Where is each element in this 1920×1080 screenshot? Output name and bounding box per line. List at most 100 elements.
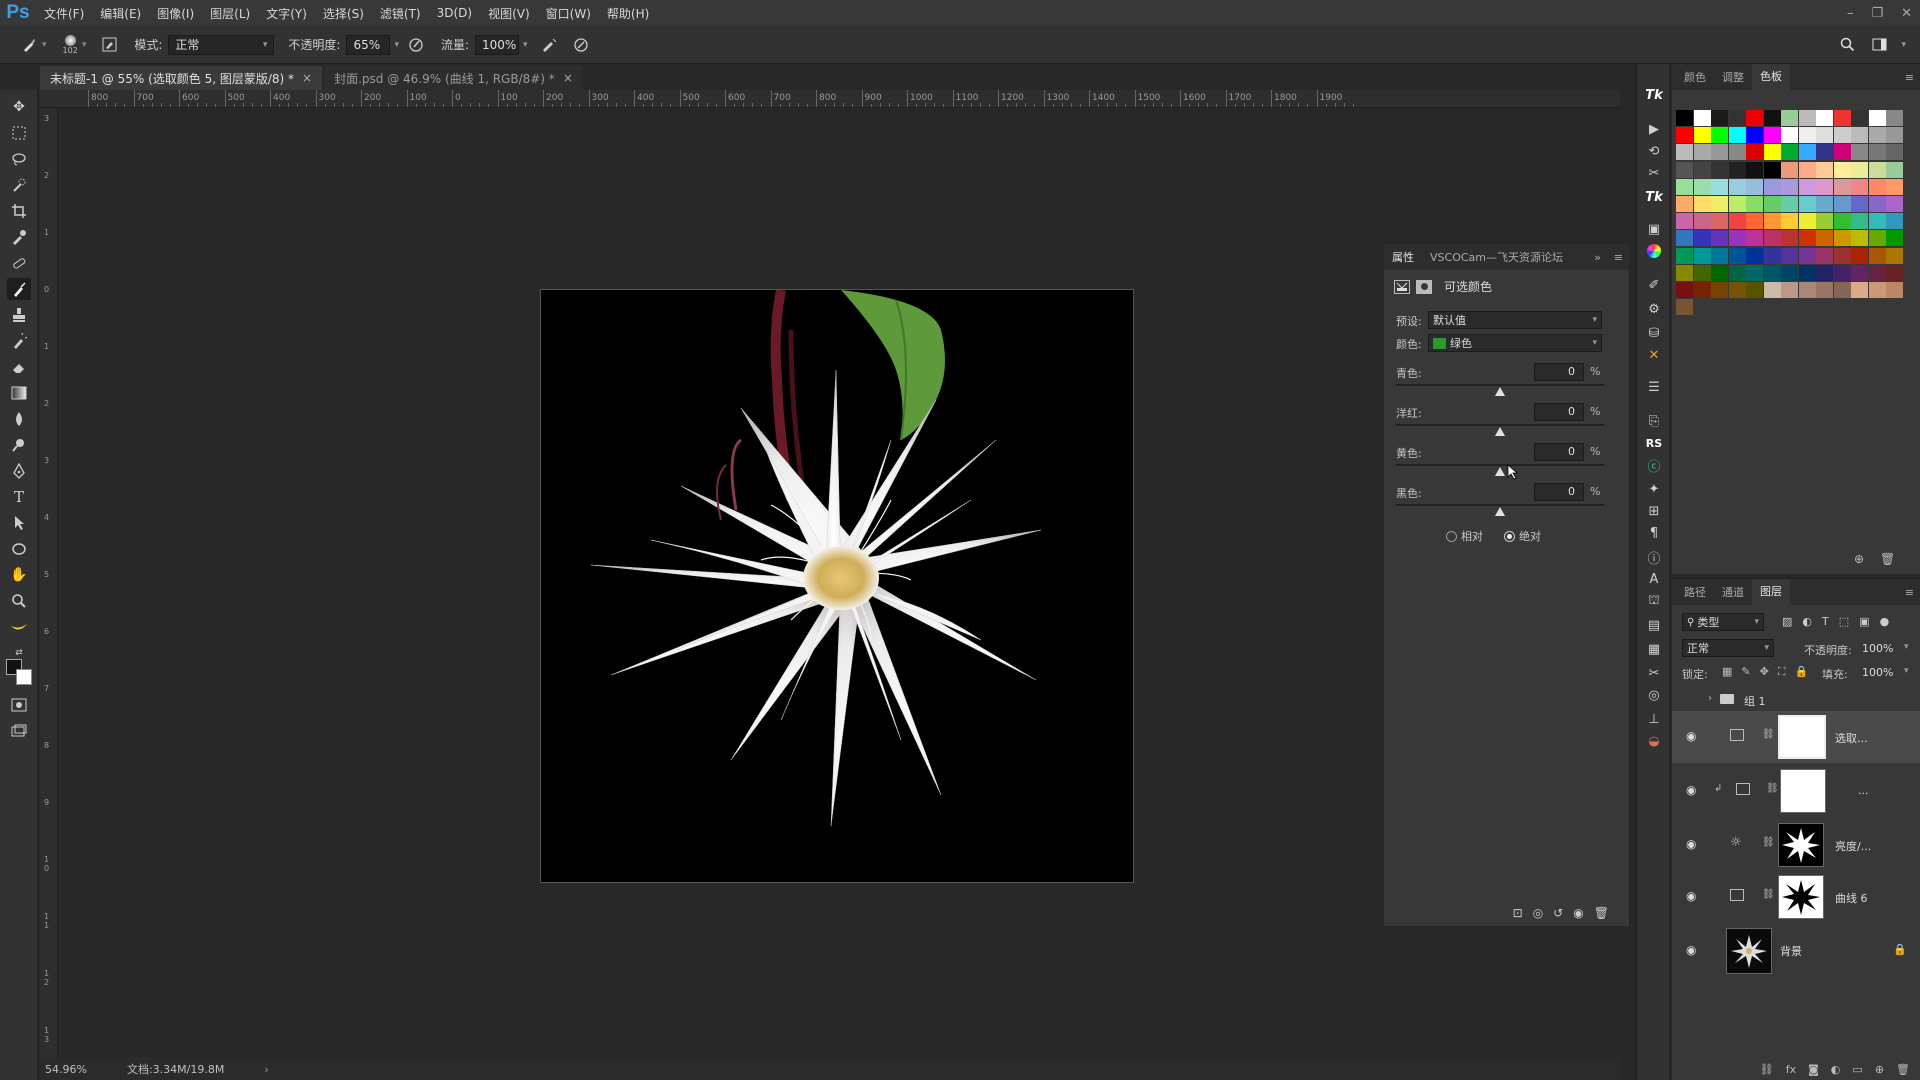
zoom-level[interactable]: 54.96% (45, 1063, 87, 1076)
magenta-slider-track[interactable] (1396, 424, 1604, 426)
color-swatch[interactable] (1746, 110, 1763, 126)
measurement-icon[interactable]: ⊥ (1642, 708, 1666, 730)
character-style-icon[interactable]: ⛁ (1642, 322, 1666, 344)
black-value-input[interactable]: 0 (1534, 483, 1584, 501)
color-swatch[interactable] (1728, 264, 1746, 281)
visibility-eye-icon[interactable]: ◉ (1686, 729, 1700, 743)
color-swatch[interactable] (1711, 144, 1728, 161)
layer-mask-thumbnail[interactable] (1780, 769, 1826, 813)
panel-menu-icon[interactable]: ≡ (1905, 71, 1914, 84)
color-swatch[interactable] (1868, 196, 1886, 212)
new-layer-icon[interactable]: ⊕ (1875, 1063, 1884, 1076)
color-swatch[interactable] (1763, 161, 1781, 178)
filter-smart-icon[interactable]: ▣ (1859, 615, 1869, 628)
color-swatch[interactable] (1781, 196, 1798, 212)
pressure-opacity-icon[interactable] (405, 34, 427, 56)
visibility-eye-icon[interactable]: ◉ (1686, 783, 1700, 797)
history-icon[interactable]: ⟲ (1642, 140, 1666, 162)
color-swatch[interactable] (1868, 264, 1886, 281)
color-swatch[interactable] (1798, 161, 1816, 178)
color-swatch[interactable] (1816, 196, 1833, 212)
layer-opacity-value[interactable]: 100% (1862, 642, 1893, 655)
menu-view[interactable]: 视图(V) (480, 5, 538, 22)
preset-select[interactable]: 默认值 ▾ (1428, 311, 1602, 329)
history-brush-tool-icon[interactable] (7, 330, 31, 352)
link-icon[interactable]: ⛓ (1762, 729, 1775, 740)
grid-icon[interactable]: ⊞ (1642, 500, 1666, 522)
quick-mask-icon[interactable] (7, 694, 31, 716)
move-tool-icon[interactable]: ✥ (7, 96, 31, 118)
workspace-icon[interactable] (1868, 34, 1890, 56)
layer-row[interactable]: ◉ ☼ ⛓ 亮度/... (1672, 819, 1920, 871)
black-slider-track[interactable] (1396, 504, 1604, 506)
color-swatch[interactable] (1886, 264, 1903, 281)
zoom-tool-icon[interactable] (7, 590, 31, 612)
color-swatch[interactable] (1763, 196, 1781, 212)
color-swatch[interactable] (1816, 178, 1833, 195)
filter-pixel-icon[interactable]: ▨ (1782, 615, 1792, 628)
dodge-tool-icon[interactable] (7, 434, 31, 456)
color-swatch[interactable] (1798, 178, 1816, 195)
visibility-eye-icon[interactable]: ◉ (1686, 889, 1700, 903)
filter-toggle-icon[interactable]: ● (1880, 615, 1890, 628)
ellipse-tool-icon[interactable] (7, 538, 31, 560)
layer-filter-select[interactable]: ⚲ 类型 ▾ (1682, 613, 1764, 631)
color-swatch[interactable] (1868, 110, 1886, 126)
color-swatch[interactable] (1816, 127, 1833, 144)
color-swatch[interactable] (1763, 110, 1781, 126)
panel-menu-icon[interactable]: ≡ (1905, 586, 1914, 599)
color-swatch[interactable] (1886, 110, 1903, 126)
tk-panel-icon[interactable]: Tk (1642, 186, 1666, 208)
link-layers-icon[interactable]: ⛓ (1760, 1063, 1774, 1076)
color-swatch[interactable] (1868, 230, 1886, 247)
color-swatch[interactable] (1816, 264, 1833, 281)
add-mask-icon[interactable]: ◙ (1808, 1063, 1819, 1076)
tab-color[interactable]: 颜色 (1676, 69, 1714, 85)
color-swatch[interactable] (1711, 230, 1728, 247)
color-swatch[interactable] (1711, 196, 1728, 212)
flow-input[interactable]: 100% (475, 34, 520, 55)
pen-tool-icon[interactable] (7, 460, 31, 482)
color-swatch[interactable] (1886, 196, 1903, 212)
color-swatch[interactable] (1728, 247, 1746, 264)
chevron-down-icon[interactable]: ▾ (523, 40, 528, 50)
chevron-down-icon[interactable]: ▾ (82, 40, 87, 50)
color-swatch[interactable] (1693, 230, 1711, 247)
color-swatch[interactable] (1711, 282, 1728, 298)
blend-mode-select[interactable]: 正常 ▾ (1682, 639, 1774, 657)
color-swatch[interactable] (1711, 127, 1728, 144)
color-swatch[interactable] (1763, 178, 1781, 195)
search-icon[interactable] (1836, 34, 1858, 56)
color-swatch[interactable] (1798, 196, 1816, 212)
absolute-radio[interactable]: 绝对 (1504, 528, 1541, 544)
lock-all-icon[interactable]: 🔒 (1795, 665, 1809, 679)
menu-help[interactable]: 帮助(H) (599, 5, 657, 22)
eyedropper-tool-icon[interactable] (7, 226, 31, 248)
layer-mask-thumbnail[interactable] (1778, 823, 1824, 867)
color-swatch[interactable] (1781, 144, 1798, 161)
brush-preset-icon[interactable]: ✦ (1642, 478, 1666, 500)
pressure-size-icon[interactable] (570, 34, 592, 56)
chevron-down-icon[interactable]: ▾ (42, 40, 47, 50)
color-swatch[interactable] (1746, 144, 1763, 161)
layer-mask-thumbnail[interactable] (1778, 875, 1824, 919)
color-swatch[interactable] (1781, 282, 1798, 298)
color-swatch[interactable] (1693, 196, 1711, 212)
color-swatch[interactable] (1728, 178, 1746, 195)
airbrush-icon[interactable] (538, 34, 560, 56)
color-swatch[interactable] (1746, 264, 1763, 281)
color-swatch[interactable] (1728, 110, 1746, 126)
color-swatch[interactable] (1868, 213, 1886, 230)
panel-collapse-icon[interactable]: » (1594, 251, 1601, 264)
color-swatch[interactable] (1728, 213, 1746, 230)
brush-tool-icon[interactable] (18, 34, 40, 56)
plugin-panel-icon[interactable]: ▣ (1642, 218, 1666, 240)
color-swatch[interactable] (1676, 196, 1693, 212)
color-swatch[interactable] (1676, 144, 1693, 161)
menu-filter[interactable]: 滤镜(T) (372, 5, 429, 22)
color-swatch[interactable] (1798, 213, 1816, 230)
color-swatch[interactable] (1676, 161, 1693, 178)
color-swatch[interactable] (1711, 264, 1728, 281)
layer-row[interactable]: ◉ 背景 🔒 (1672, 923, 1920, 979)
menu-3d[interactable]: 3D(D) (429, 6, 480, 20)
